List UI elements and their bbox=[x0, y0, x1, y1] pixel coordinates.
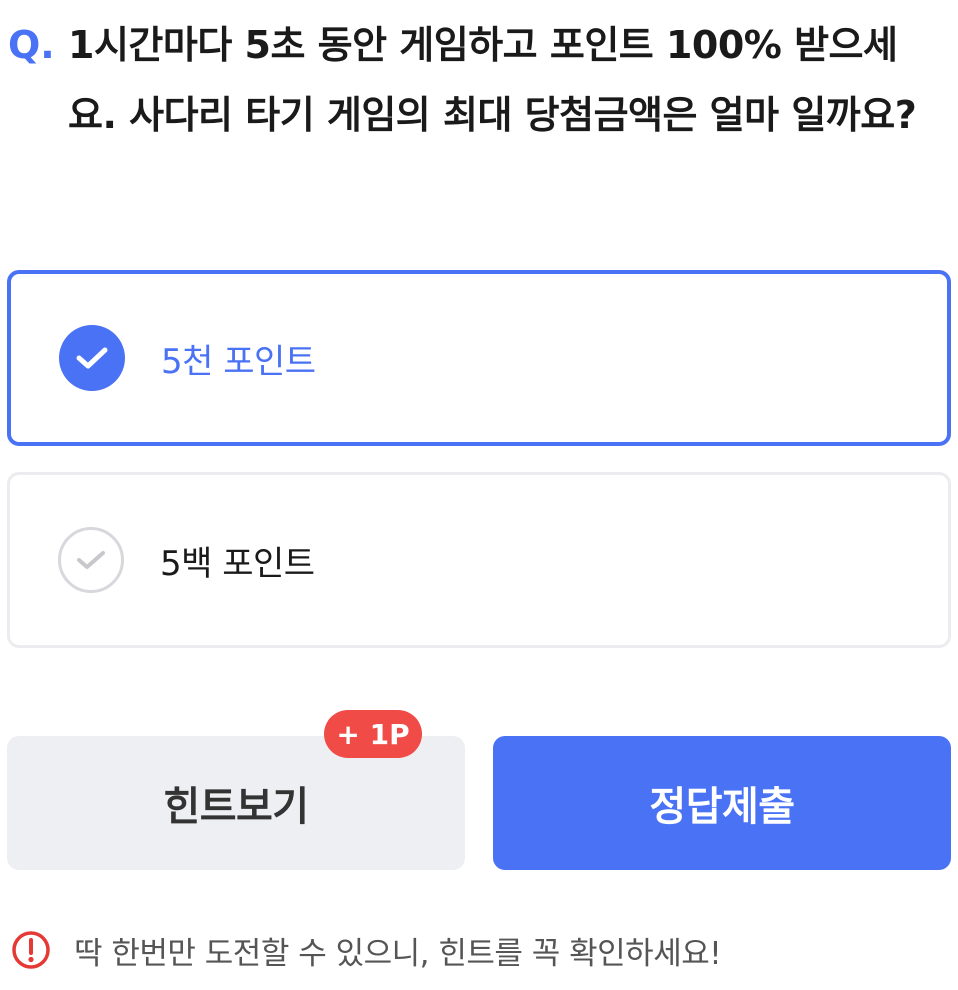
notice: 딱 한번만 도전할 수 있으니, 힌트를 꼭 확인하세요! bbox=[10, 925, 722, 975]
question-text: 1시간마다 5초 동안 게임하고 포인트 100% 받으세요. 사다리 타기 게… bbox=[68, 23, 917, 137]
question: Q. 1시간마다 5초 동안 게임하고 포인트 100% 받으세요. 사다리 타… bbox=[8, 10, 928, 150]
option-500-points[interactable]: 5백 포인트 bbox=[7, 472, 951, 648]
option-5000-points[interactable]: 5천 포인트 bbox=[7, 270, 951, 446]
exclamation-circle-icon bbox=[10, 929, 52, 971]
option-label: 5백 포인트 bbox=[160, 543, 315, 584]
hint-point-badge: + 1P bbox=[324, 710, 422, 758]
check-icon bbox=[59, 325, 125, 391]
submit-answer-button[interactable]: 정답제출 bbox=[493, 736, 951, 870]
option-label: 5천 포인트 bbox=[161, 341, 316, 382]
check-icon bbox=[58, 527, 124, 593]
notice-text: 딱 한번만 도전할 수 있으니, 힌트를 꼭 확인하세요! bbox=[74, 935, 722, 972]
question-prefix: Q. bbox=[8, 23, 55, 67]
